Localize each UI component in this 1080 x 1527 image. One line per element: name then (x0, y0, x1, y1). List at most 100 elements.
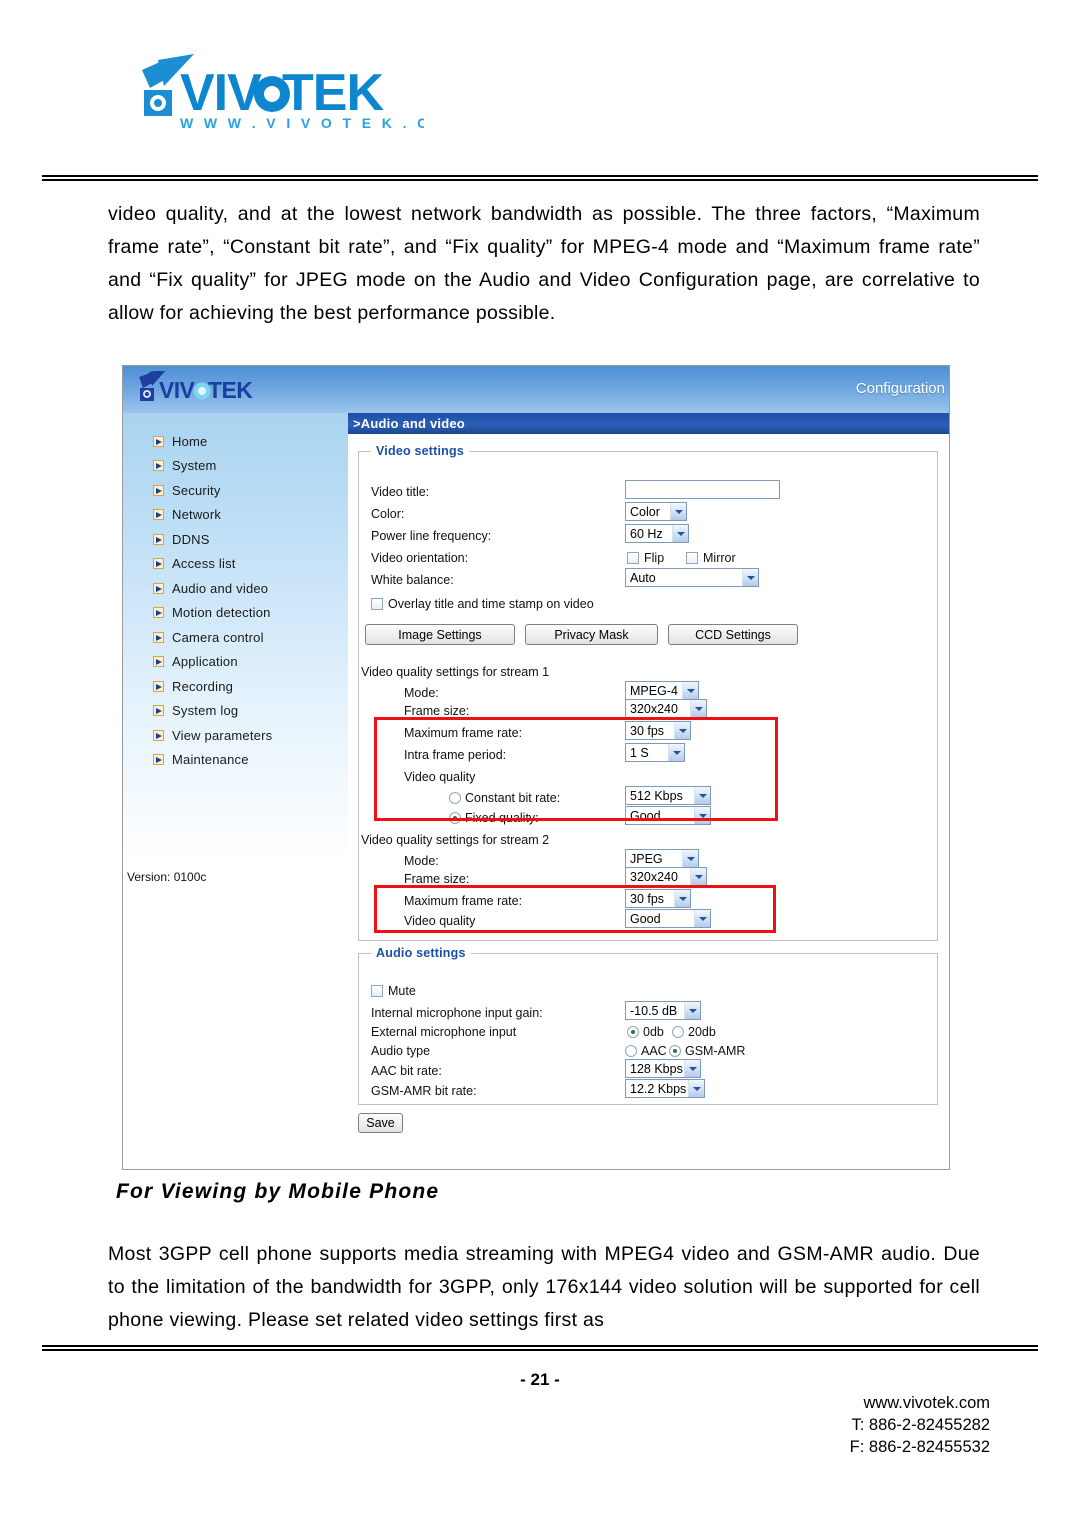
aac-bit-rate-select[interactable]: 128 Kbps (625, 1059, 701, 1078)
sidebar-item-ddns[interactable]: DDNS (123, 527, 348, 552)
stream1-intra-frame-select[interactable]: 1 S (625, 743, 685, 762)
arrow-icon (153, 680, 164, 692)
stream2-frame-size-select[interactable]: 320x240 (625, 867, 707, 886)
stream1-constant-bit-rate-select[interactable]: 512 Kbps (625, 786, 711, 805)
mute-checkbox-group[interactable]: Mute (371, 981, 416, 1000)
sidebar-item-label: Camera control (172, 629, 264, 645)
external-mic-20db-radio[interactable] (672, 1025, 684, 1038)
chevron-down-icon (690, 868, 706, 885)
aac-bit-rate-label-row: AAC bit rate: (371, 1063, 442, 1078)
white-balance-label-row: White balance: (371, 572, 454, 587)
audio-type-aac-radio[interactable] (625, 1044, 637, 1057)
arrow-icon (153, 631, 164, 643)
sidebar-item-label: Audio and video (172, 580, 269, 596)
sidebar-item-label: DDNS (172, 531, 210, 547)
audio-type-gsm-radio[interactable] (669, 1044, 681, 1057)
chevron-down-icon (694, 910, 710, 927)
constant-bit-rate-radio[interactable] (449, 791, 461, 804)
stream1-mode-select[interactable]: MPEG-4 (625, 681, 699, 700)
ccd-settings-button[interactable]: CCD Settings (668, 624, 798, 645)
sidebar-item-network[interactable]: Network (123, 503, 348, 528)
mirror-checkbox-group[interactable]: Mirror (686, 548, 736, 567)
chevron-down-icon (690, 700, 706, 717)
audio-type-aac-radio-group[interactable]: AAC (625, 1041, 667, 1060)
sidebar-item-camera-control[interactable]: Camera control (123, 625, 348, 650)
stream2-title: Video quality settings for stream 2 (361, 832, 550, 847)
video-title-input[interactable] (625, 480, 780, 499)
sidebar-item-label: Motion detection (172, 605, 271, 621)
white-balance-select[interactable]: Auto (625, 568, 759, 587)
top-divider-rule (42, 175, 1038, 181)
image-settings-button[interactable]: Image Settings (365, 624, 515, 645)
stream1-frame-size-select[interactable]: 320x240 (625, 699, 707, 718)
arrow-icon (153, 607, 164, 619)
section-heading: For Viewing by Mobile Phone (116, 1180, 440, 1203)
sidebar-item-application[interactable]: Application (123, 650, 348, 675)
sidebar-item-label: Recording (172, 678, 234, 694)
external-mic-0db-radio[interactable] (627, 1025, 639, 1038)
save-button[interactable]: Save (358, 1113, 403, 1133)
stream2-video-quality-select[interactable]: Good (625, 909, 711, 928)
video-orientation-label-row: Video orientation: (371, 550, 469, 565)
audio-type-gsm-radio-group[interactable]: GSM-AMR (669, 1041, 745, 1060)
page-number: - 21 - (520, 1370, 560, 1389)
mirror-checkbox[interactable] (686, 551, 698, 564)
stream2-mode-label-row: Mode: (404, 853, 439, 868)
stream1-max-frame-rate-select[interactable]: 30 fps (625, 721, 691, 740)
mute-checkbox[interactable] (371, 984, 383, 997)
sidebar-item-label: Access list (172, 556, 236, 572)
external-mic-0db-radio-group[interactable]: 0db (627, 1022, 664, 1041)
fixed-quality-radio[interactable] (449, 811, 461, 824)
stream1-constant-bit-rate-radio-group[interactable]: Constant bit rate: (449, 788, 560, 807)
stream2-max-frame-rate-select[interactable]: 30 fps (625, 889, 691, 908)
sidebar-item-view-parameters[interactable]: View parameters (123, 723, 348, 748)
sidebar-item-system-log[interactable]: System log (123, 699, 348, 724)
overlay-title-label: Overlay title and time stamp on video (388, 596, 594, 611)
footer-fax: F: 886-2-82455532 (849, 1438, 990, 1456)
stream1-fixed-quality-select[interactable]: Good (625, 806, 711, 825)
sidebar-item-home[interactable]: Home (123, 429, 348, 454)
sidebar-item-access-list[interactable]: Access list (123, 552, 348, 577)
arrow-icon (153, 582, 164, 594)
svg-text:VIV: VIV (159, 377, 196, 403)
flip-checkbox[interactable] (627, 551, 639, 564)
page-root: VIV TEK W W W . V I V O T E K . C O M vi… (0, 0, 1080, 1527)
stream1-fixed-quality-radio-group[interactable]: Fixed quality: (449, 808, 539, 827)
sidebar-item-system[interactable]: System (123, 454, 348, 479)
flip-checkbox-group[interactable]: Flip (627, 548, 664, 567)
arrow-icon (153, 558, 164, 570)
chevron-down-icon (674, 890, 690, 907)
sidebar-item-maintenance[interactable]: Maintenance (123, 748, 348, 773)
stream1-frame-size-label-row: Frame size: (404, 703, 470, 718)
sidebar-item-label: Network (172, 507, 222, 523)
chevron-down-icon (682, 682, 698, 699)
chevron-down-icon (688, 1080, 704, 1097)
chevron-down-icon (668, 744, 684, 761)
overlay-title-checkbox-group[interactable]: Overlay title and time stamp on video (371, 594, 594, 613)
sidebar-item-label: System log (172, 703, 239, 719)
privacy-mask-button[interactable]: Privacy Mask (525, 624, 658, 645)
stream1-mode-label-row: Mode: (404, 685, 439, 700)
chevron-down-icon (684, 1060, 700, 1077)
arrow-icon (153, 656, 164, 668)
sidebar: Home System Security Network DDNS Access… (123, 413, 348, 1169)
overlay-title-checkbox[interactable] (371, 597, 383, 610)
sidebar-item-recording[interactable]: Recording (123, 674, 348, 699)
color-select[interactable]: Color (625, 502, 687, 521)
stream2-mode-select[interactable]: JPEG (625, 849, 699, 868)
sidebar-item-label: System (172, 458, 217, 474)
stream1-title: Video quality settings for stream 1 (361, 664, 550, 679)
stream1-max-frame-rate-label-row: Maximum frame rate: (404, 725, 523, 740)
configuration-label[interactable]: Configuration (856, 380, 945, 397)
power-line-frequency-select[interactable]: 60 Hz (625, 524, 689, 543)
chevron-down-icon (684, 1002, 700, 1019)
internal-mic-gain-select[interactable]: -10.5 dB (625, 1001, 701, 1020)
mobile-phone-paragraph: Most 3GPP cell phone supports media stre… (108, 1243, 980, 1331)
sidebar-item-audio-and-video[interactable]: Audio and video (123, 576, 348, 601)
sidebar-item-motion-detection[interactable]: Motion detection (123, 601, 348, 626)
external-mic-20db-radio-group[interactable]: 20db (672, 1022, 716, 1041)
app-vivotek-logo-icon: VIV TEK (133, 369, 293, 405)
sidebar-item-security[interactable]: Security (123, 478, 348, 503)
app-screenshot: VIV TEK Configuration Home System Securi… (122, 365, 950, 1170)
gsm-bit-rate-select[interactable]: 12.2 Kbps (625, 1079, 705, 1098)
